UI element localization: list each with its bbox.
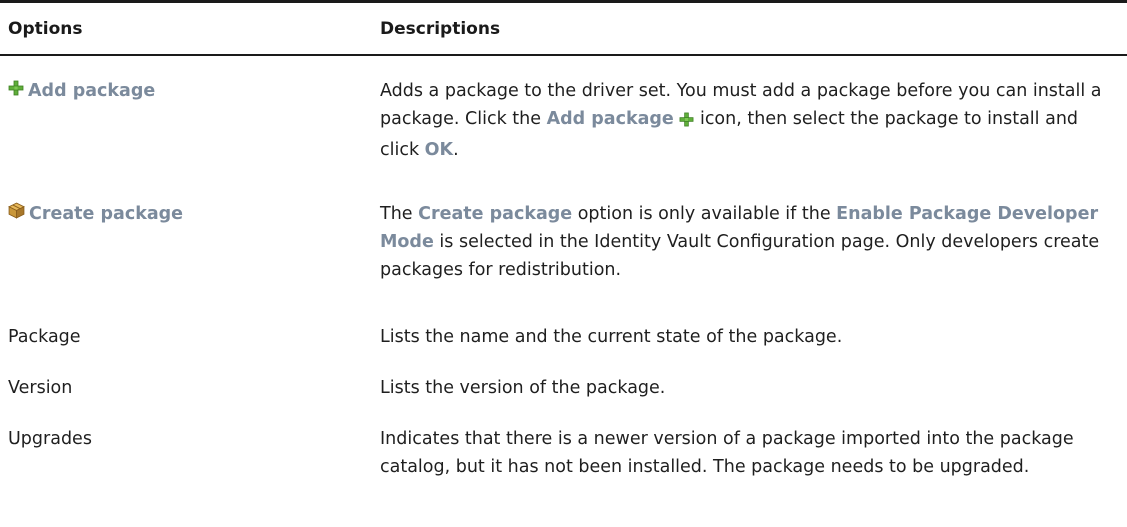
option-cell: Create package <box>0 200 380 284</box>
option-add-package: Add package <box>28 81 156 101</box>
option-version: Version <box>8 378 73 398</box>
description-text: Indicates that there is a newer version … <box>380 429 1074 477</box>
description-text: option is only available if the <box>572 204 837 224</box>
description-text: . <box>453 140 459 160</box>
ui-term-create-package: Create package <box>418 204 573 224</box>
option-package: Package <box>8 327 81 347</box>
package-icon <box>8 200 25 228</box>
description-text: is selected in the Identity Vault Config… <box>380 232 1100 280</box>
header-descriptions: Descriptions <box>380 18 501 39</box>
description-text: Lists the version of the package. <box>380 378 666 398</box>
table-row: Add package Adds a package to the driver… <box>0 77 1127 164</box>
description-text: Lists the name and the current state of … <box>380 327 843 347</box>
header-options: Options <box>8 18 83 39</box>
option-cell: Add package <box>0 77 380 164</box>
table-row: Version Lists the version of the package… <box>0 374 1127 402</box>
table-row: Package Lists the name and the current s… <box>0 323 1127 351</box>
table-row: Create package The Create package option… <box>0 200 1127 284</box>
options-table: Options Descriptions Add package Adds a … <box>0 0 1127 477</box>
description-text: The <box>380 204 419 224</box>
description-cell: The Create package option is only availa… <box>380 200 1127 284</box>
ui-term-add-package: Add package <box>546 109 674 129</box>
option-create-package: Create package <box>29 204 184 224</box>
description-cell: Adds a package to the driver set. You mu… <box>380 77 1127 164</box>
plus-icon <box>8 77 24 105</box>
table-row: Upgrades Indicates that there is a newer… <box>0 425 1127 481</box>
option-upgrades: Upgrades <box>8 429 92 449</box>
plus-icon <box>679 108 694 136</box>
table-header-row: Options Descriptions <box>0 0 1127 56</box>
ui-term-ok: OK <box>424 140 454 160</box>
